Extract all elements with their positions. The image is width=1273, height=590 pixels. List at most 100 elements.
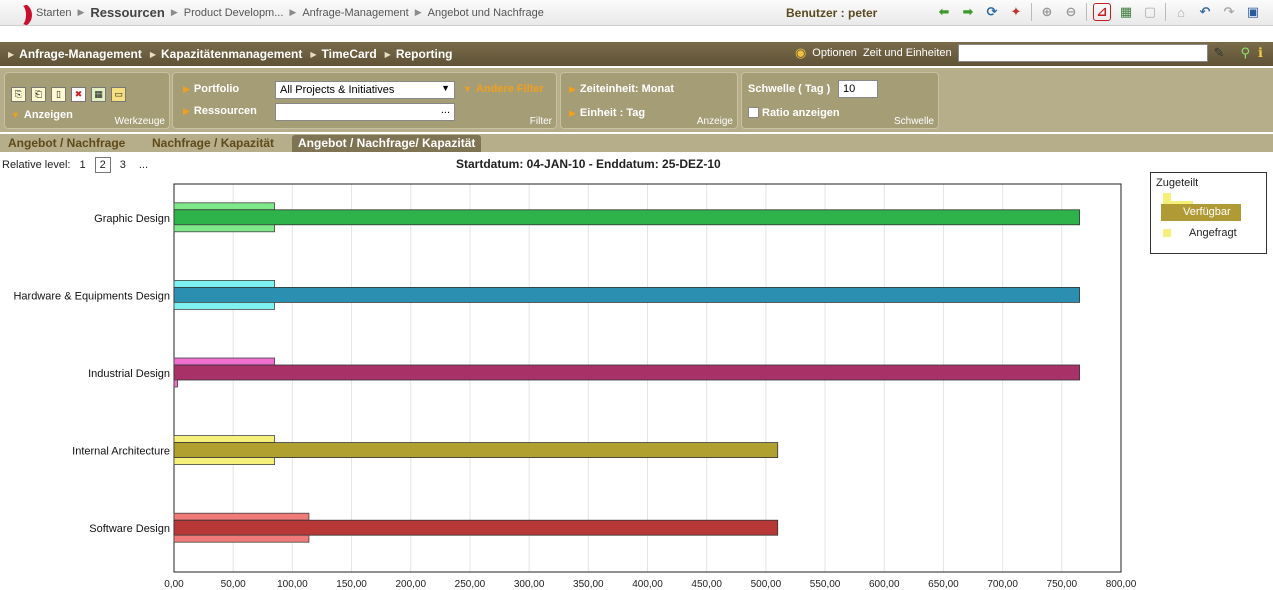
new-document-icon[interactable]: ▯	[51, 87, 66, 102]
print-icon[interactable]: ▢	[1141, 3, 1159, 21]
bar-angefragt	[173, 457, 276, 466]
redo-icon[interactable]: ↷	[1220, 3, 1238, 21]
top-toolbar-icons: ⬅ ➡ ⟳ ✦ ⊕ ⊖ ⊿ ▦ ▢ ⌂ ↶ ↷ ▣	[935, 3, 1262, 21]
bar-angefragt	[173, 224, 276, 233]
bar-zugeteilt	[173, 357, 276, 366]
tab-angebot-nachfrage[interactable]: Angebot / Nachfrage	[2, 135, 131, 152]
anzeigen-button[interactable]: Anzeigen	[24, 109, 73, 121]
delete-icon[interactable]: ✖	[71, 87, 86, 102]
crumb-separator-icon: ▶	[77, 7, 85, 17]
copy-icon[interactable]: ⎘	[11, 87, 26, 102]
bar-zugeteilt	[173, 280, 276, 288]
ratio-label: Ratio anzeigen	[762, 107, 840, 119]
x-tick-label: 300,00	[514, 579, 545, 590]
bookmark-icon[interactable]: ✦	[1007, 3, 1025, 21]
nav-reporting[interactable]: ▶ Reporting	[385, 47, 453, 61]
andere-filter-button[interactable]: Andere Filter	[476, 83, 544, 95]
forward-arrow-icon[interactable]: ➡	[959, 3, 977, 21]
lock-icon[interactable]: ⌂	[1172, 3, 1190, 21]
ratio-checkbox[interactable]	[748, 107, 759, 118]
threshold-group: Schwelle ( Tag ) 10 Ratio anzeigen Schwe…	[741, 72, 939, 129]
pdf-export-icon[interactable]: ⊿	[1093, 3, 1111, 21]
level-more-link[interactable]: ...	[135, 158, 152, 172]
search-icon[interactable]: ⚲	[1241, 45, 1251, 61]
legend-zugeteilt-label: Zugeteilt	[1156, 177, 1199, 189]
group-label-filter: Filter	[529, 116, 552, 127]
back-arrow-icon[interactable]: ⬅	[935, 3, 953, 21]
nav-anfrage-management[interactable]: ▶ Anfrage-Management	[8, 47, 142, 61]
legend-angefragt-swatch	[1163, 229, 1171, 237]
category-label: Industrial Design	[88, 368, 170, 380]
nav-arrow-icon: ▶	[310, 49, 317, 59]
zoom-out-icon[interactable]: ⊖	[1062, 3, 1080, 21]
nav-arrow-icon: ▶	[8, 49, 15, 59]
tools-group: ⎘ ⎗ ▯ ✖ ▦ ▭ ▼ Anzeigen Werkzeuge	[4, 72, 170, 129]
nav-icons: ⚲ ℹ	[1241, 45, 1263, 61]
group-label-anzeige: Anzeige	[696, 116, 733, 127]
crumb-separator-icon: ▶	[414, 7, 422, 17]
portfolio-select[interactable]: All Projects & Initiatives ▼	[275, 81, 455, 99]
options-link[interactable]: Optionen	[812, 47, 857, 59]
save-icon[interactable]: ▣	[1244, 3, 1262, 21]
options-icon[interactable]: ◉	[795, 45, 806, 61]
crumb-separator-icon: ▶	[170, 7, 178, 17]
bar-verfuegbar	[173, 442, 779, 459]
legend-verfuegbar-label: Verfügbar	[1183, 206, 1231, 218]
level-1-link[interactable]: 1	[75, 158, 89, 172]
x-tick-label: 650,00	[928, 579, 959, 590]
x-tick-label: 350,00	[573, 579, 604, 590]
nav-kapazitaetenmanagement[interactable]: ▶ Kapazitätenmanagement	[150, 47, 303, 61]
ressourcen-field[interactable]: ...	[275, 103, 455, 121]
portfolio-label[interactable]: Portfolio	[194, 83, 239, 95]
undo-icon[interactable]: ↶	[1196, 3, 1214, 21]
x-tick-label: 0,00	[164, 579, 184, 590]
view-tabs: Angebot / Nachfrage Nachfrage / Kapazitä…	[0, 134, 1273, 152]
nav-timecard[interactable]: ▶ TimeCard	[310, 47, 376, 61]
crumb-anfrage-management[interactable]: Anfrage-Management	[302, 7, 408, 19]
expand-arrow-icon: ▶	[569, 108, 576, 118]
chart-legend: Zugeteilt Verfügbar Angefragt	[1150, 172, 1267, 254]
zoom-in-icon[interactable]: ⊕	[1038, 3, 1056, 21]
main-nav: ▶ Anfrage-Management ▶ Kapazitätenmanageme…	[0, 42, 1273, 66]
category-label: Graphic Design	[94, 213, 170, 225]
tab-angebot-nachfrage-kapazitaet[interactable]: Angebot / Nachfrage/ Kapazität	[292, 135, 482, 152]
group-label-werkzeuge: Werkzeuge	[114, 116, 165, 127]
level-3-link[interactable]: 3	[116, 158, 130, 172]
level-2-link[interactable]: 2	[94, 157, 111, 173]
zeiteinheit-button[interactable]: Zeiteinheit: Monat	[580, 83, 674, 95]
category-label: Software Design	[89, 523, 170, 535]
tool-icons: ⎘ ⎗ ▯ ✖ ▦ ▭	[11, 87, 126, 102]
schwelle-input[interactable]: 10	[838, 80, 878, 98]
einheit-button[interactable]: Einheit : Tag	[580, 107, 645, 119]
grid-icon[interactable]: ▦	[91, 87, 106, 102]
excel-export-icon[interactable]: ▦	[1117, 3, 1135, 21]
expand-arrow-icon: ▶	[569, 84, 576, 94]
crumb-separator-icon: ▶	[289, 7, 297, 17]
nav-arrow-icon: ▶	[149, 49, 156, 59]
crumb-ressourcen[interactable]: Ressourcen	[90, 5, 164, 20]
x-tick-label: 100,00	[277, 579, 308, 590]
search-input[interactable]	[957, 44, 1208, 62]
nav-label: TimeCard	[321, 47, 377, 61]
filter-toolbar: ⎘ ⎗ ▯ ✖ ▦ ▭ ▼ Anzeigen Werkzeuge ▶ Portfol…	[0, 68, 1273, 132]
crumb-angebot-nachfrage: Angebot und Nachfrage	[427, 6, 544, 19]
bar-angefragt	[173, 302, 276, 310]
nav-right: ◉ Optionen Zeit und Einheiten ✎ ⚲ ℹ	[795, 44, 1263, 62]
group-label-schwelle: Schwelle	[893, 116, 934, 127]
units-link[interactable]: Zeit und Einheiten	[863, 47, 952, 59]
tab-nachfrage-kapazitaet[interactable]: Nachfrage / Kapazität	[146, 135, 280, 152]
crumb-product-development[interactable]: Product Developm...	[184, 7, 284, 19]
crumb-starten[interactable]: Starten	[36, 7, 71, 19]
paste-icon[interactable]: ⎗	[31, 87, 46, 102]
folder-icon[interactable]: ▭	[111, 87, 126, 102]
help-icon[interactable]: ℹ	[1258, 45, 1263, 61]
refresh-icon[interactable]: ⟳	[983, 3, 1001, 21]
schwelle-value: 10	[843, 83, 856, 95]
ressourcen-picker[interactable]: ...	[441, 104, 450, 116]
nav-label: Kapazitätenmanagement	[161, 47, 303, 61]
relative-level: Relative level: 1 2 3 ...	[2, 157, 152, 173]
portfolio-value: All Projects & Initiatives	[280, 84, 395, 96]
x-tick-label: 250,00	[455, 579, 486, 590]
ressourcen-label[interactable]: Ressourcen	[194, 105, 257, 117]
clear-search-icon[interactable]: ✎	[1214, 45, 1225, 61]
